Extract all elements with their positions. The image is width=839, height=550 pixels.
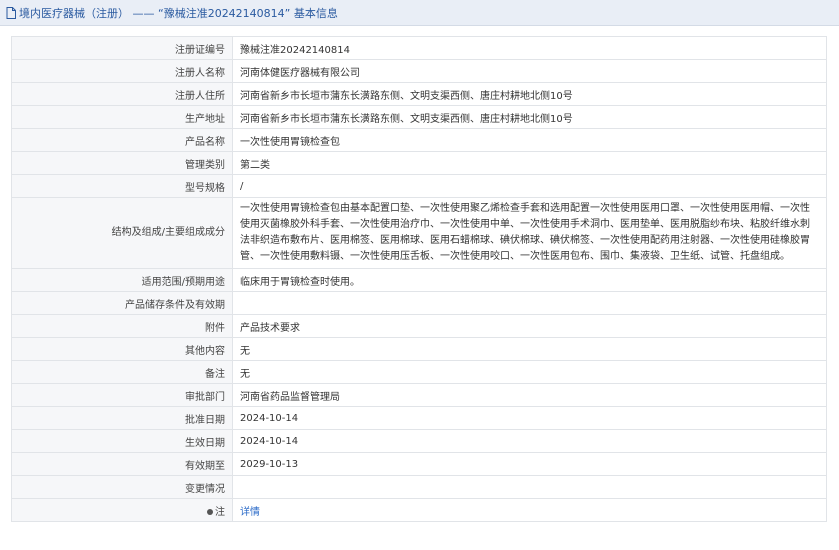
- field-value: [232, 291, 827, 315]
- table-row: 有效期至 2029-10-13: [11, 452, 827, 476]
- page-header: 境内医疗器械（注册） —— “豫械注准20242140814” 基本信息: [0, 0, 839, 26]
- field-label: 型号规格: [11, 174, 233, 198]
- field-value: 2024-10-14: [232, 406, 827, 430]
- field-label: 变更情况: [11, 475, 233, 499]
- table-row: 生效日期 2024-10-14: [11, 429, 827, 453]
- table-row: 注册证编号 豫械注准20242140814: [11, 36, 827, 60]
- field-label: 有效期至: [11, 452, 233, 476]
- table-row: 产品名称 一次性使用胃镜检查包: [11, 128, 827, 152]
- table-row: 批准日期 2024-10-14: [11, 406, 827, 430]
- field-label: 注册证编号: [11, 36, 233, 60]
- field-value: 一次性使用胃镜检查包: [232, 128, 827, 152]
- field-value: 临床用于胃镜检查时使用。: [232, 268, 827, 292]
- field-label: 管理类别: [11, 151, 233, 175]
- table-row: 适用范围/预期用途 临床用于胃镜检查时使用。: [11, 268, 827, 292]
- field-value: 无: [232, 337, 827, 361]
- field-value: 产品技术要求: [232, 314, 827, 338]
- field-label: 备注: [11, 360, 233, 384]
- field-label: 适用范围/预期用途: [11, 268, 233, 292]
- field-label: 生产地址: [11, 105, 233, 129]
- field-value: /: [232, 174, 827, 198]
- field-value: 无: [232, 360, 827, 384]
- document-icon: [6, 6, 16, 19]
- table-row: 备注无: [11, 360, 827, 384]
- details-link[interactable]: 详情: [240, 507, 260, 518]
- field-value: 2029-10-13: [232, 452, 827, 476]
- field-value: 2024-10-14: [232, 429, 827, 453]
- note-label-cell: 注: [11, 498, 233, 522]
- field-value: 第二类: [232, 151, 827, 175]
- field-label: 其他内容: [11, 337, 233, 361]
- table-row: 生产地址 河南省新乡市长垣市蒲东长潢路东侧、文明支渠西侧、唐庄村耕地北侧10号: [11, 105, 827, 129]
- field-value: 河南省新乡市长垣市蒲东长潢路东侧、文明支渠西侧、唐庄村耕地北侧10号: [232, 82, 827, 106]
- table-row: 注册人住所 河南省新乡市长垣市蒲东长潢路东侧、文明支渠西侧、唐庄村耕地北侧10号: [11, 82, 827, 106]
- field-label: 结构及组成/主要组成成分: [11, 197, 233, 269]
- field-label: 生效日期: [11, 429, 233, 453]
- note-value-cell: 详情: [232, 498, 827, 522]
- field-label: 批准日期: [11, 406, 233, 430]
- table-row: 产品储存条件及有效期: [11, 291, 827, 315]
- note-row: 注 详情: [11, 498, 827, 522]
- note-label: 注: [215, 506, 225, 518]
- table-row: 型号规格 /: [11, 174, 827, 198]
- field-label: 注册人名称: [11, 59, 233, 83]
- field-label: 产品储存条件及有效期: [11, 291, 233, 315]
- table-row: 注册人名称 河南体健医疗器械有限公司: [11, 59, 827, 83]
- field-value: 河南体健医疗器械有限公司: [232, 59, 827, 83]
- table-row: 附件 产品技术要求: [11, 314, 827, 338]
- table-row: 变更情况: [11, 475, 827, 499]
- field-value: 河南省新乡市长垣市蒲东长潢路东侧、文明支渠西侧、唐庄村耕地北侧10号: [232, 105, 827, 129]
- info-table: 注册证编号 豫械注准20242140814 注册人名称 河南体健医疗器械有限公司 注册人…: [11, 36, 827, 522]
- field-label: 产品名称: [11, 128, 233, 152]
- field-label: 附件: [11, 314, 233, 338]
- field-value: 一次性使用胃镜检查包由基本配置口垫、一次性使用聚乙烯检查手套和选用配置一次性使用…: [232, 197, 827, 269]
- field-value: 河南省药品监督管理局: [232, 383, 827, 407]
- table-row: 审批部门 河南省药品监督管理局: [11, 383, 827, 407]
- field-value: 豫械注准20242140814: [232, 36, 827, 60]
- field-label: 审批部门: [11, 383, 233, 407]
- field-value: [232, 475, 827, 499]
- field-label: 注册人住所: [11, 82, 233, 106]
- page-title: 境内医疗器械（注册） —— “豫械注准20242140814” 基本信息: [19, 6, 338, 20]
- table-row: 其他内容无: [11, 337, 827, 361]
- table-row: 管理类别 第二类: [11, 151, 827, 175]
- bullet-icon: [207, 508, 213, 515]
- table-row: 结构及组成/主要组成成分 一次性使用胃镜检查包由基本配置口垫、一次性使用聚乙烯检查…: [11, 197, 827, 269]
